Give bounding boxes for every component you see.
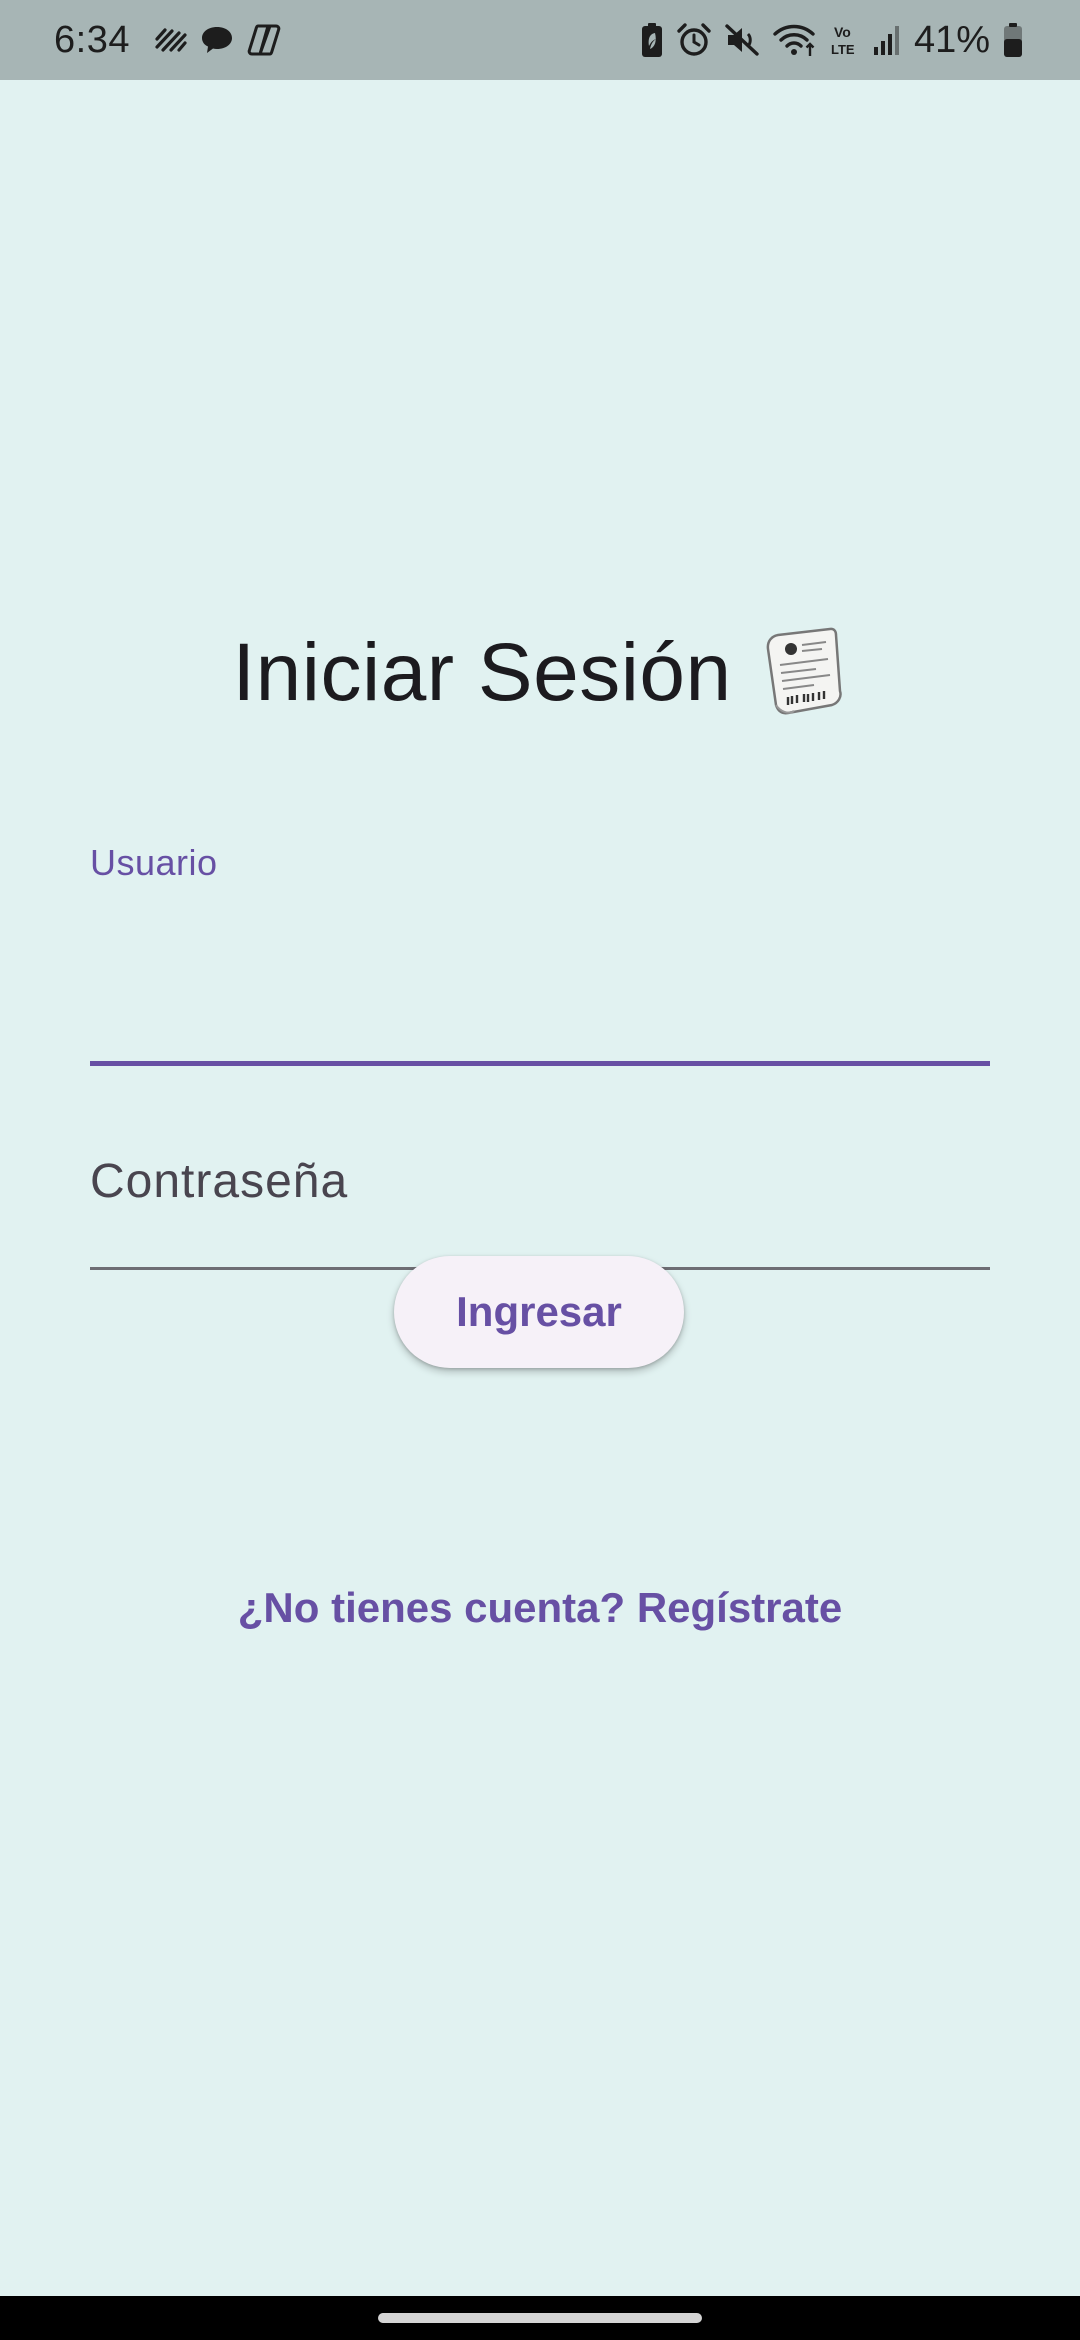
register-link[interactable]: ¿No tienes cuenta? Regístrate bbox=[0, 1584, 1080, 1632]
navigation-bar bbox=[0, 2296, 1080, 2340]
alarm-icon bbox=[676, 22, 712, 58]
status-bar: 6:34 Vo LTE 41% bbox=[0, 0, 1080, 80]
username-input[interactable] bbox=[90, 932, 990, 1002]
volte-icon: Vo LTE bbox=[830, 22, 860, 58]
wifi-icon bbox=[772, 22, 818, 58]
username-underline bbox=[90, 1061, 990, 1066]
login-screen: Iniciar Sesión Usuario Contraseña Ingres… bbox=[0, 80, 1080, 2296]
home-gesture-handle[interactable] bbox=[378, 2313, 702, 2323]
password-input[interactable] bbox=[90, 1170, 990, 1240]
login-button[interactable]: Ingresar bbox=[394, 1256, 684, 1368]
chat-bubble-icon bbox=[200, 24, 234, 56]
copilot-icon bbox=[246, 23, 282, 57]
status-left: 6:34 bbox=[54, 19, 288, 62]
mute-icon bbox=[724, 22, 760, 58]
volte-label-top: Vo bbox=[834, 24, 851, 40]
stripes-icon bbox=[154, 25, 188, 55]
volte-label-bottom: LTE bbox=[831, 42, 855, 57]
password-field[interactable]: Contraseña bbox=[90, 1070, 990, 1270]
username-label: Usuario bbox=[90, 842, 218, 883]
battery-saver-icon bbox=[640, 22, 664, 58]
battery-percent: 41% bbox=[913, 18, 990, 61]
title-row: Iniciar Sesión bbox=[0, 625, 1080, 721]
page-title: Iniciar Sesión bbox=[232, 627, 732, 718]
status-time: 6:34 bbox=[54, 18, 130, 61]
status-right: Vo LTE 41% bbox=[634, 19, 1030, 62]
receipt-icon bbox=[758, 625, 848, 721]
signal-icon bbox=[872, 23, 900, 57]
username-field[interactable]: Usuario bbox=[90, 832, 990, 1066]
battery-icon bbox=[1002, 22, 1024, 58]
